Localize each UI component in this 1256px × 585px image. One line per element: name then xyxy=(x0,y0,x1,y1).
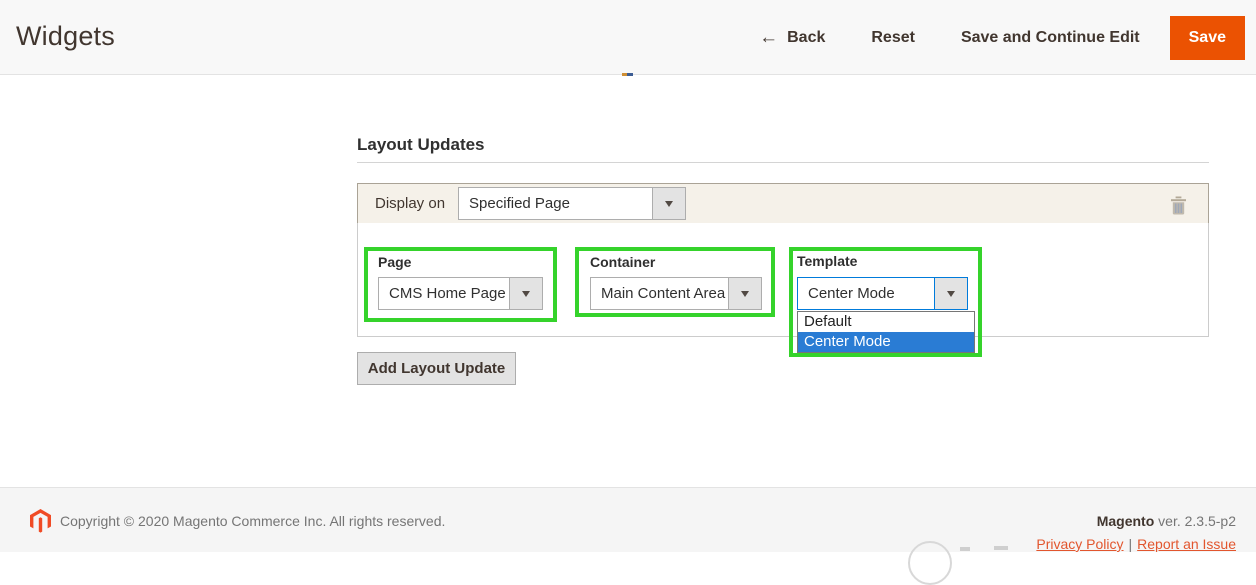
container-select[interactable]: Main Content Area xyxy=(590,277,762,310)
chevron-down-icon xyxy=(522,291,530,297)
template-option-center-mode[interactable]: Center Mode xyxy=(798,332,974,352)
page-select[interactable]: CMS Home Page xyxy=(378,277,543,310)
page-title: Widgets xyxy=(16,21,115,52)
footer-version-number: ver. 2.3.5-p2 xyxy=(1158,513,1236,529)
section-divider xyxy=(357,162,1209,163)
layout-updates-heading: Layout Updates xyxy=(357,135,485,155)
template-dropdown-list: Default Center Mode xyxy=(797,311,975,353)
page-header: Widgets ← Back Reset Save and Continue E… xyxy=(0,0,1256,75)
page-select-button[interactable] xyxy=(509,278,542,309)
display-on-select-value: Specified Page xyxy=(459,188,652,219)
container-select-button[interactable] xyxy=(728,278,761,309)
save-and-continue-button[interactable]: Save and Continue Edit xyxy=(961,29,1140,47)
cutoff-glyph-fragment xyxy=(960,547,970,551)
chevron-down-icon xyxy=(947,291,955,297)
display-on-select-button[interactable] xyxy=(652,188,685,219)
save-and-continue-label: Save and Continue Edit xyxy=(961,29,1140,47)
template-select-value: Center Mode xyxy=(798,278,934,309)
widgets-admin-page: Widgets ← Back Reset Save and Continue E… xyxy=(0,0,1256,552)
delete-layout-update-button[interactable] xyxy=(1170,196,1187,220)
footer-links-separator: | xyxy=(1129,536,1133,552)
cutoff-ui-fragment xyxy=(622,73,633,76)
save-button[interactable]: Save xyxy=(1170,16,1245,60)
layout-update-header-row: Display on Specified Page xyxy=(357,183,1209,224)
annotation-highlight-page: Page CMS Home Page xyxy=(364,247,557,322)
display-on-label: Display on xyxy=(375,195,445,212)
add-layout-update-button[interactable]: Add Layout Update xyxy=(357,352,516,385)
report-issue-link[interactable]: Report an Issue xyxy=(1137,536,1236,552)
save-button-label: Save xyxy=(1189,29,1226,47)
template-select[interactable]: Center Mode xyxy=(797,277,968,310)
footer-copyright: Copyright © 2020 Magento Commerce Inc. A… xyxy=(60,513,445,529)
footer-version: Magento ver. 2.3.5-p2 xyxy=(1097,513,1236,529)
back-button[interactable]: ← Back xyxy=(759,27,825,49)
header-actions: ← Back Reset Save and Continue Edit Save xyxy=(759,0,1245,75)
magento-logo-icon xyxy=(30,509,51,538)
annotation-highlight-template: Template Center Mode Default Center Mode xyxy=(789,247,982,357)
template-select-button[interactable] xyxy=(934,278,967,309)
cutoff-glyph-fragment xyxy=(994,546,1008,550)
container-select-value: Main Content Area xyxy=(591,278,728,309)
page-footer: Copyright © 2020 Magento Commerce Inc. A… xyxy=(0,487,1256,552)
footer-links: Privacy Policy |Report an Issue xyxy=(1036,536,1236,552)
privacy-policy-link[interactable]: Privacy Policy xyxy=(1036,536,1123,552)
cutoff-circle-fragment xyxy=(908,541,952,585)
page-select-value: CMS Home Page xyxy=(379,278,509,309)
page-field-label: Page xyxy=(378,254,411,270)
trash-icon xyxy=(1170,196,1187,215)
template-field-label: Template xyxy=(797,253,857,269)
back-arrow-icon: ← xyxy=(759,27,778,49)
template-option-default[interactable]: Default xyxy=(798,312,974,332)
annotation-highlight-container: Container Main Content Area xyxy=(575,247,775,317)
reset-button-label: Reset xyxy=(871,29,915,47)
reset-button[interactable]: Reset xyxy=(871,29,915,47)
back-button-label: Back xyxy=(787,29,825,47)
container-field-label: Container xyxy=(590,254,655,270)
display-on-select[interactable]: Specified Page xyxy=(458,187,686,220)
footer-brand: Magento xyxy=(1097,513,1155,529)
chevron-down-icon xyxy=(741,291,749,297)
chevron-down-icon xyxy=(665,201,673,207)
